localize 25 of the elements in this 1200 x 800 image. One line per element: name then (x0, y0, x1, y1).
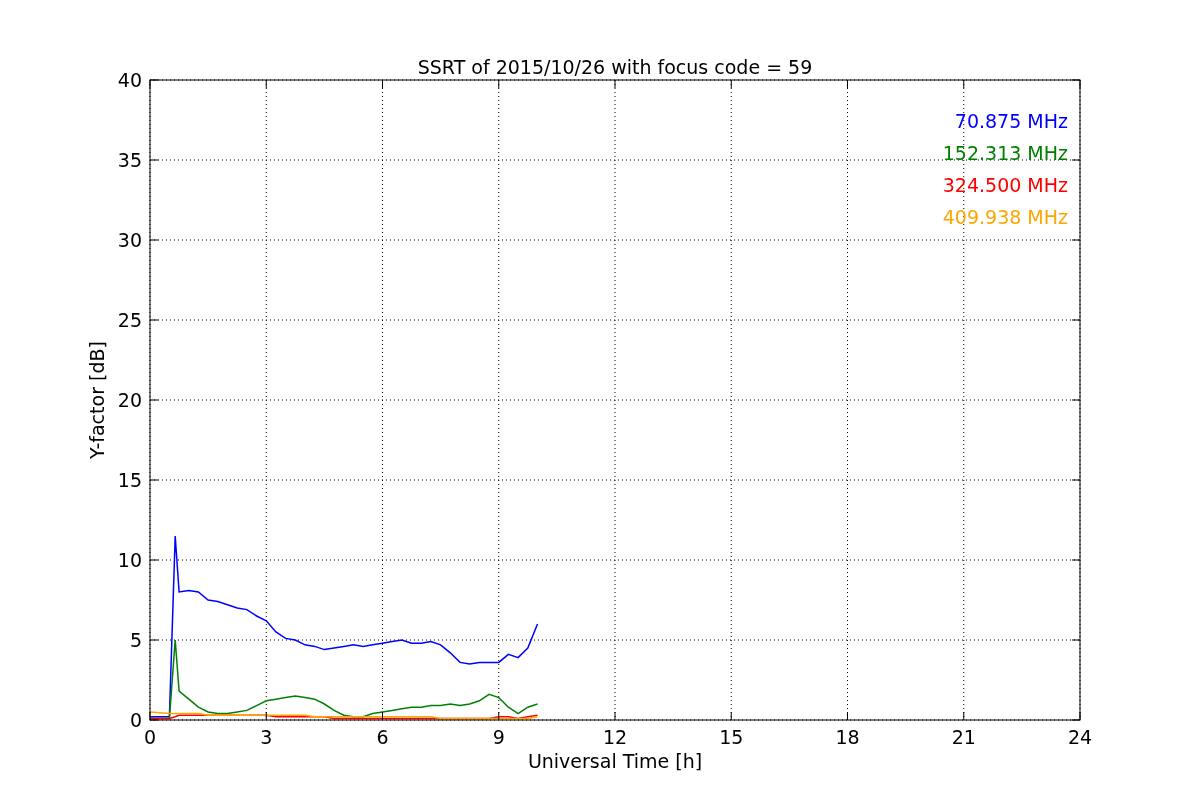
tick-label: 21 (951, 726, 976, 748)
legend-label: 70.875 MHz (954, 110, 1068, 132)
tick-label: 9 (492, 726, 505, 748)
tick-label: 20 (117, 389, 142, 411)
tick-label: 40 (117, 69, 142, 91)
tick-label: 24 (1067, 726, 1093, 748)
legend-label: 152.313 MHz (942, 142, 1068, 164)
legend-label: 409.938 MHz (942, 206, 1068, 228)
tick-label: 10 (117, 549, 142, 571)
tick-label: 30 (117, 229, 142, 251)
tick-label: 6 (376, 726, 389, 748)
tick-label: 12 (602, 726, 628, 748)
tick-label: 35 (117, 149, 142, 171)
tick-label: 0 (143, 726, 157, 748)
chart-title: SSRT of 2015/10/26 with focus code = 59 (417, 56, 813, 78)
tick-label: 3 (260, 726, 273, 748)
axis-label: Y-factor [dB] (86, 341, 108, 459)
tick-label: 5 (129, 629, 142, 651)
axis-label: Universal Time [h] (527, 750, 703, 772)
legend-label: 324.500 MHz (942, 174, 1068, 196)
tick-label: 0 (129, 709, 142, 731)
tick-label: 18 (835, 726, 860, 748)
tick-label: 15 (117, 469, 142, 491)
tick-label: 15 (719, 726, 744, 748)
tick-label: 25 (117, 309, 142, 331)
